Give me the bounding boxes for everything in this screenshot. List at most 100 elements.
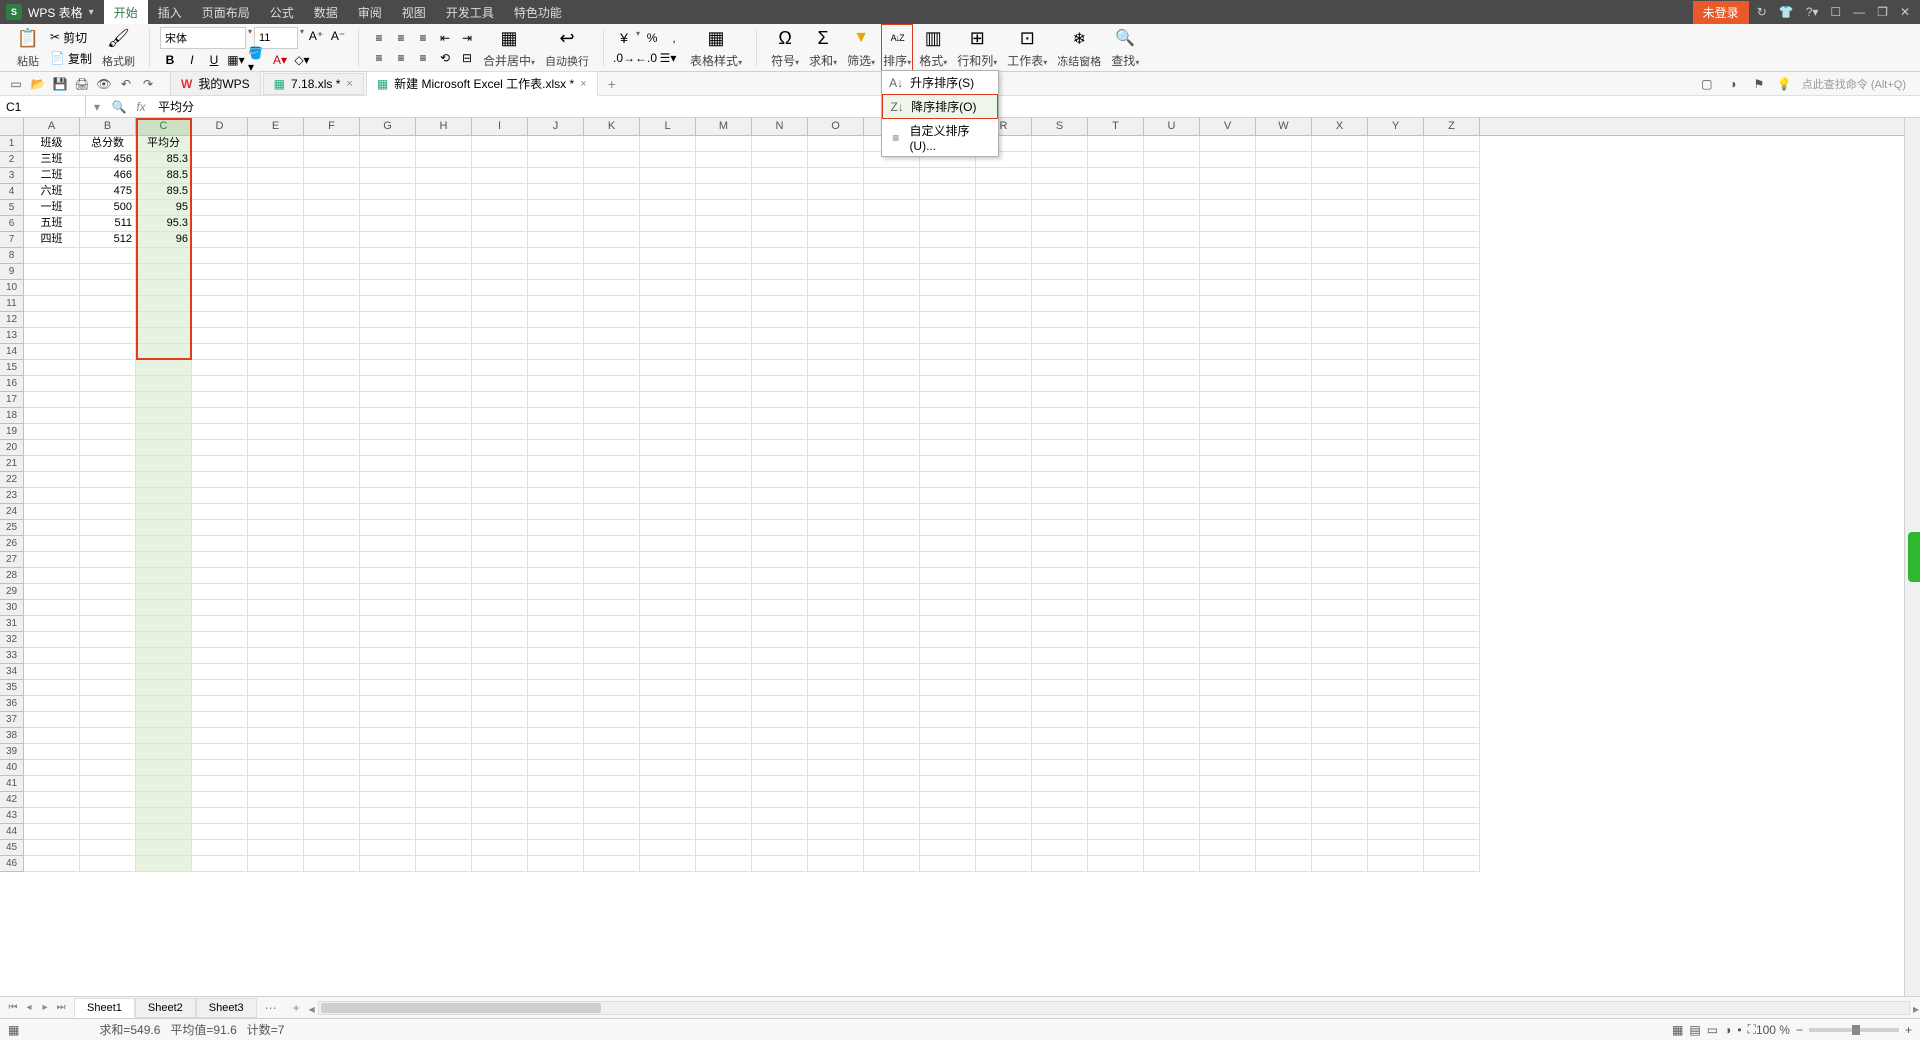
- cell[interactable]: [304, 792, 360, 808]
- cell[interactable]: [640, 136, 696, 152]
- cell[interactable]: [1312, 760, 1368, 776]
- cell[interactable]: [416, 680, 472, 696]
- cell[interactable]: [808, 408, 864, 424]
- row-header-32[interactable]: 32: [0, 632, 24, 648]
- cell[interactable]: [1144, 392, 1200, 408]
- cell[interactable]: [360, 664, 416, 680]
- cell[interactable]: [304, 520, 360, 536]
- cell[interactable]: [80, 600, 136, 616]
- cell[interactable]: [640, 680, 696, 696]
- cell[interactable]: [640, 328, 696, 344]
- font-name-select[interactable]: [160, 27, 246, 49]
- cell[interactable]: [920, 536, 976, 552]
- cell[interactable]: [1144, 264, 1200, 280]
- cell[interactable]: [248, 744, 304, 760]
- menu-tab-special[interactable]: 特色功能: [504, 0, 572, 24]
- cell[interactable]: [1424, 328, 1480, 344]
- col-header-G[interactable]: G: [360, 118, 416, 135]
- cell[interactable]: 平均分: [136, 136, 192, 152]
- cell[interactable]: [360, 712, 416, 728]
- cell[interactable]: [304, 808, 360, 824]
- cell[interactable]: [80, 840, 136, 856]
- cell[interactable]: [976, 776, 1032, 792]
- cell[interactable]: [1032, 600, 1088, 616]
- cell[interactable]: [1256, 296, 1312, 312]
- cell[interactable]: [976, 392, 1032, 408]
- hscroll-left-icon[interactable]: ◂: [309, 1002, 315, 1016]
- cell[interactable]: [976, 408, 1032, 424]
- cell[interactable]: [976, 760, 1032, 776]
- cell[interactable]: [304, 456, 360, 472]
- cell[interactable]: [304, 344, 360, 360]
- cell[interactable]: [1424, 744, 1480, 760]
- cell[interactable]: [1256, 632, 1312, 648]
- cell[interactable]: [1200, 584, 1256, 600]
- cell[interactable]: [808, 840, 864, 856]
- cell[interactable]: [696, 360, 752, 376]
- cell[interactable]: [528, 728, 584, 744]
- cell[interactable]: [1200, 184, 1256, 200]
- cell[interactable]: [1088, 632, 1144, 648]
- cell[interactable]: [1368, 648, 1424, 664]
- cell[interactable]: [528, 552, 584, 568]
- cell[interactable]: [304, 488, 360, 504]
- print-icon[interactable]: 🖨: [74, 76, 90, 92]
- cell[interactable]: [1256, 232, 1312, 248]
- cell[interactable]: [696, 232, 752, 248]
- cell[interactable]: [472, 328, 528, 344]
- cell[interactable]: [304, 744, 360, 760]
- doc-tab-add-button[interactable]: +: [600, 76, 624, 92]
- cell[interactable]: 95.3: [136, 216, 192, 232]
- cell[interactable]: [1256, 344, 1312, 360]
- cell[interactable]: [416, 200, 472, 216]
- cell[interactable]: [584, 648, 640, 664]
- cell[interactable]: [528, 232, 584, 248]
- cell[interactable]: [1368, 328, 1424, 344]
- cell[interactable]: [808, 344, 864, 360]
- row-header-2[interactable]: 2: [0, 152, 24, 168]
- cell[interactable]: [24, 824, 80, 840]
- cell[interactable]: [192, 216, 248, 232]
- cell[interactable]: [528, 504, 584, 520]
- cell[interactable]: [752, 520, 808, 536]
- cell[interactable]: [1312, 344, 1368, 360]
- cell[interactable]: [1368, 840, 1424, 856]
- cell[interactable]: [1312, 696, 1368, 712]
- cell[interactable]: [416, 728, 472, 744]
- inc-decimal-button[interactable]: .0→: [614, 49, 634, 67]
- cell[interactable]: [1312, 312, 1368, 328]
- cell[interactable]: [696, 856, 752, 872]
- cell[interactable]: [1256, 600, 1312, 616]
- cell[interactable]: [920, 488, 976, 504]
- cell[interactable]: [1144, 296, 1200, 312]
- cell[interactable]: [584, 296, 640, 312]
- row-header-13[interactable]: 13: [0, 328, 24, 344]
- cell[interactable]: [1088, 136, 1144, 152]
- cell[interactable]: [1200, 760, 1256, 776]
- cell[interactable]: [752, 648, 808, 664]
- cell[interactable]: [1312, 408, 1368, 424]
- cell[interactable]: [1368, 200, 1424, 216]
- cell[interactable]: [80, 312, 136, 328]
- cell[interactable]: [920, 776, 976, 792]
- cell[interactable]: [584, 744, 640, 760]
- cell[interactable]: [1424, 216, 1480, 232]
- cell[interactable]: [584, 568, 640, 584]
- row-header-28[interactable]: 28: [0, 568, 24, 584]
- cell[interactable]: [808, 200, 864, 216]
- sheet-tab-3[interactable]: Sheet3: [196, 998, 257, 1018]
- cell[interactable]: [920, 392, 976, 408]
- cell[interactable]: [1144, 472, 1200, 488]
- cell[interactable]: [528, 424, 584, 440]
- cell[interactable]: [24, 344, 80, 360]
- cell[interactable]: [1312, 632, 1368, 648]
- cell[interactable]: [976, 664, 1032, 680]
- cell[interactable]: [360, 776, 416, 792]
- cell[interactable]: [1256, 440, 1312, 456]
- cell[interactable]: [864, 840, 920, 856]
- cell[interactable]: [304, 664, 360, 680]
- cell[interactable]: [696, 776, 752, 792]
- menu-tab-insert[interactable]: 插入: [148, 0, 192, 24]
- cell[interactable]: [24, 600, 80, 616]
- cell[interactable]: [696, 296, 752, 312]
